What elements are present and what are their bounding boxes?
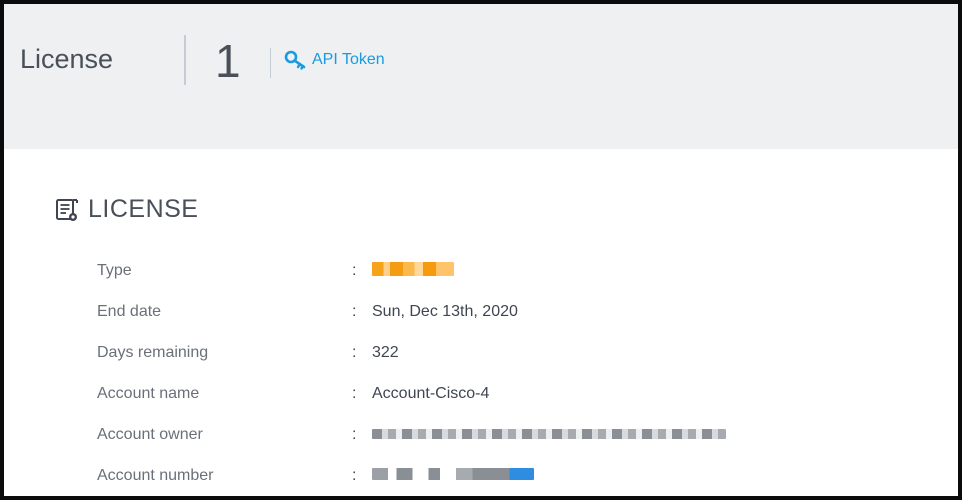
row-value: Account-Cisco-4	[372, 385, 490, 402]
redacted-value	[372, 426, 726, 444]
row-label: Days remaining	[97, 344, 209, 361]
row-account-number: Account number :	[20, 464, 958, 488]
row-account-owner: Account owner :	[20, 423, 958, 447]
license-doc-icon	[54, 197, 80, 223]
redacted-value	[372, 467, 534, 485]
row-colon: :	[352, 344, 357, 361]
row-label: Account name	[97, 385, 200, 402]
row-label: Account owner	[97, 426, 203, 443]
api-token-label: API Token	[312, 51, 385, 68]
row-label: Account number	[97, 467, 214, 484]
api-token-link[interactable]: API Token	[284, 50, 385, 70]
row-account-name: Account name : Account-Cisco-4	[20, 382, 958, 406]
row-label: End date	[97, 303, 162, 320]
header-divider	[184, 35, 186, 85]
page-title: License	[20, 44, 114, 74]
section-header: LICENSE	[54, 195, 198, 224]
license-card: LICENSE Type : End date : Sun, Dec 13th,…	[20, 149, 958, 496]
row-label: Type	[97, 262, 132, 279]
row-colon: :	[352, 426, 357, 443]
redacted-value	[372, 261, 454, 281]
header-divider-small	[270, 48, 271, 78]
row-colon: :	[352, 467, 357, 484]
row-value: Sun, Dec 13th, 2020	[372, 303, 518, 320]
row-end-date: End date : Sun, Dec 13th, 2020	[20, 300, 958, 324]
license-count: 1	[215, 35, 241, 87]
row-type: Type :	[20, 259, 958, 283]
row-colon: :	[352, 303, 357, 320]
section-title: LICENSE	[88, 195, 199, 223]
key-icon	[284, 50, 308, 70]
license-panel-frame: License 1 API Token LICENSE Type: End d…	[0, 0, 962, 500]
row-days-remaining: Days remaining : 322	[20, 341, 958, 365]
row-colon: :	[352, 385, 357, 402]
license-header: License 1 API Token	[4, 4, 958, 149]
row-colon: :	[352, 262, 357, 279]
row-value: 322	[372, 344, 399, 361]
